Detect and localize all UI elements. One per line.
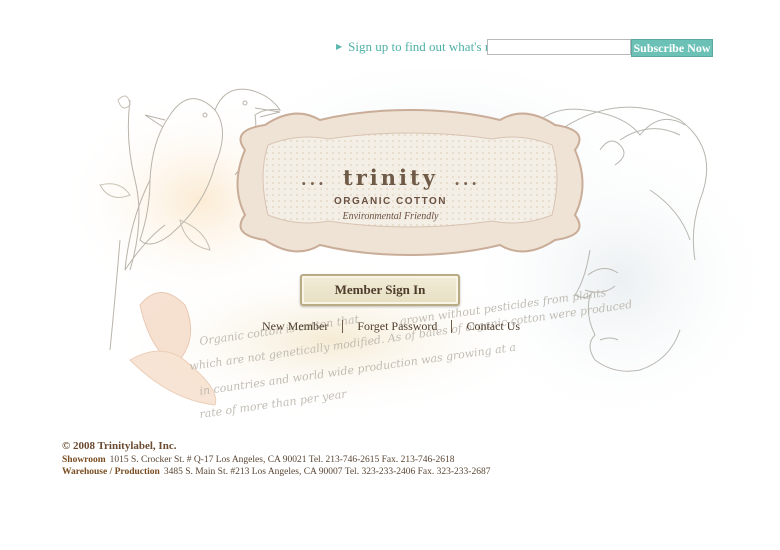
footer: © 2008 Trinitylabel, Inc. Showroom 1015 S… [62,440,490,478]
contact-us-link[interactable]: Contact Us [460,319,526,334]
arrow-right-icon: ▶ [336,42,343,51]
brand-dots-right: ... [454,170,480,189]
logo-tagline: Environmental Friendly [342,211,439,222]
account-links: New Member Forget Password Contact Us [256,318,526,334]
brand-wordmark: ... trinity ... [228,165,553,190]
warehouse-text: 3485 S. Main St. #213 Los Angeles, CA 90… [163,467,491,477]
script-line-5: rate of more than per year [199,387,348,421]
email-input[interactable] [487,39,631,55]
signup-prompt: ▶ Sign up to find out what's new [336,38,507,56]
forget-password-link[interactable]: Forget Password [351,319,443,334]
member-sign-in-button[interactable]: Member Sign In [300,274,460,306]
brand-name: trinity [343,165,438,190]
signup-label: Sign up to find out what's new [348,39,507,54]
showroom-label: Showroom [62,455,106,465]
warehouse-address: Warehouse / Production 3485 S. Main St. #… [62,466,490,478]
brand-dots-left: ... [301,170,327,189]
showroom-text: 1015 S. Crocker St. # Q-17 Los Angeles, … [109,455,455,465]
script-line-4: in countries and world wide production w… [199,341,517,398]
copyright: © 2008 Trinitylabel, Inc. [62,440,177,452]
subscribe-button[interactable]: Subscribe Now [631,39,713,57]
leaf-sketch [99,95,211,251]
heart-shapes [129,292,217,406]
link-divider [342,319,344,333]
logo-subtitle: ORGANIC COTTON [333,196,448,207]
face-sketch [529,106,708,372]
script-line-3: which are not genetically modified. As o… [189,298,633,373]
warehouse-label: Warehouse / Production [62,467,160,477]
new-member-link[interactable]: New Member [256,319,334,334]
logo: ... trinity ... ORGANIC COTTON Environme… [228,115,553,245]
link-divider [451,319,453,333]
showroom-address: Showroom 1015 S. Crocker St. # Q-17 Los A… [62,454,490,466]
